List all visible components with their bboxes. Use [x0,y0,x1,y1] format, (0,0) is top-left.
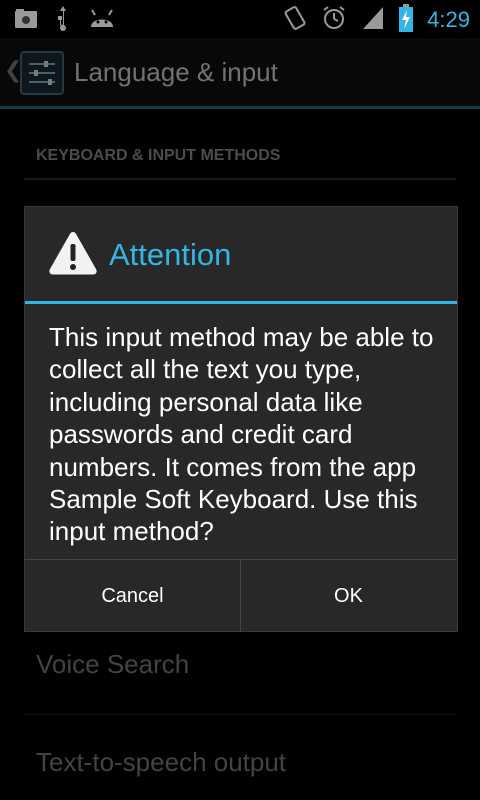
dialog-title: Attention [109,237,232,272]
warning-icon [47,229,99,277]
alarm-icon [321,5,347,35]
battery-charging-icon [399,4,414,36]
usb-icon [54,6,72,36]
clock-time: 4:29 [427,7,470,32]
dialog-message: This input method may be able to collect… [49,322,434,547]
dialog-button-bar: Cancel OK [25,559,457,632]
screenshot-icon [14,8,38,34]
status-left-icons [14,6,116,36]
ok-button[interactable]: OK [241,560,456,632]
attention-dialog: Attention This input method may be able … [24,206,458,632]
rotation-icon [283,4,307,36]
signal-icon [361,5,385,35]
android-debug-icon [88,9,116,33]
dialog-title-row: Attention [25,207,457,303]
status-right-icons: 4:29 [283,4,470,36]
dialog-title-divider [25,301,457,304]
cancel-button[interactable]: Cancel [25,560,240,632]
status-bar: 4:29 [0,0,480,38]
